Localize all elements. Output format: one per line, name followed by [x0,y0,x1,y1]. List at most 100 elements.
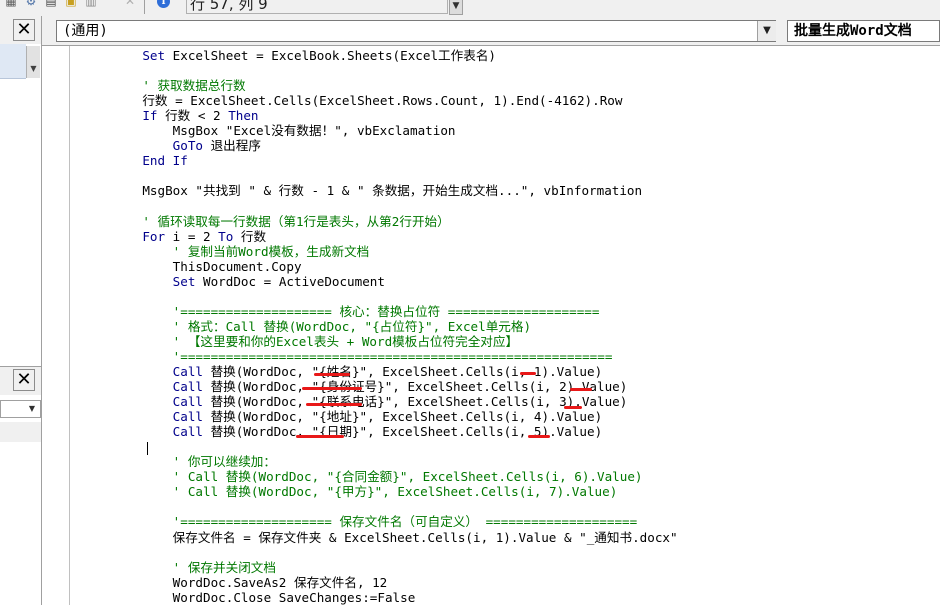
code-keyword: Set [112,273,203,289]
properties-tabs [0,422,41,442]
code-line[interactable]: WordDoc.SaveAs2 保存文件名, 12 [112,575,678,590]
annotation-underline [302,387,362,390]
annotation-underline [314,373,350,376]
code-line[interactable]: 行数 = ExcelSheet.Cells(ExcelSheet.Rows.Co… [112,93,678,108]
code-text: i = 2 [172,228,219,244]
code-line[interactable]: End If [112,153,678,168]
code-line[interactable] [112,499,678,514]
standard-toolbar: ▦ ⚙ ▤ ▣ ▥ ✕ i 行 57, 列 9 ▼ [0,0,940,17]
help-info-icon[interactable]: i [157,0,170,8]
margin-indicator-bar[interactable] [42,46,70,605]
project-tree-item[interactable] [0,44,26,79]
code-text: ExcelSheet = ExcelBook.Sheets(Excel工作表名) [172,48,497,63]
code-text: 替换(WordDoc, "{身份证号}", ExcelSheet.Cells(i… [210,379,628,395]
code-line[interactable]: ' Call 替换(WordDoc, "{合同金额}", ExcelSheet.… [112,469,678,484]
code-line[interactable]: ' 获取数据总行数 [112,78,678,93]
code-keyword: Call [112,424,211,440]
code-line[interactable] [112,63,678,78]
chevron-down-icon: ▼ [28,404,36,413]
annotation-underline [306,403,362,406]
code-line[interactable] [112,289,678,304]
project-scrollbar[interactable]: ▼ [26,46,40,78]
code-comment: ' Call 替换(WordDoc, "{甲方}", ExcelSheet.Ce… [112,484,618,500]
code-line[interactable]: '==================== 保存文件名（可自定义） ======… [112,514,678,529]
code-text: WordDoc.SaveAs2 保存文件名, 12 [112,574,388,590]
code-line[interactable]: ' Call 替换(WordDoc, "{甲方}", ExcelSheet.Ce… [112,484,678,499]
object-combo[interactable]: (通用) [56,20,776,42]
code-comment: ' 你可以继续加： [112,454,276,470]
code-line[interactable]: Call 替换(WordDoc, "{姓名}", ExcelSheet.Cell… [112,364,678,379]
code-comment: '==================== 保存文件名（可自定义） ======… [112,514,638,530]
palette-icon[interactable]: ▦ [4,0,18,8]
code-line[interactable] [112,168,678,183]
disabled-icon: ✕ [124,0,136,8]
code-comment: ' 复制当前Word模板，生成新文档 [112,243,370,259]
text-cursor [147,442,148,455]
code-line[interactable]: ' 格式：Call 替换(WordDoc, "{占位符}", Excel单元格) [112,319,678,334]
code-comment: ' 获取数据总行数 [112,78,246,94]
code-line[interactable]: ' 你可以继续加： [112,454,678,469]
code-comment: ' 格式：Call 替换(WordDoc, "{占位符}", Excel单元格) [112,318,532,334]
code-line[interactable]: ' 【这里要和你的Excel表头 + Word模板占位符完全对应】 [112,334,678,349]
code-line[interactable]: MsgBox "共找到 " & 行数 - 1 & " 条数据，开始生成文档...… [112,183,678,198]
code-comment: ' 循环读取每一行数据（第1行是表头，从第2行开始） [112,213,450,229]
code-comment: ' 【这里要和你的Excel表头 + Word模板占位符完全对应】 [112,333,519,349]
annotation-underline [564,406,582,409]
code-text: 行数 < 2 [165,108,229,124]
code-line[interactable]: Set WordDoc = ActiveDocument [112,274,678,289]
toolbar-separator [144,0,145,14]
code-line[interactable]: ' 复制当前Word模板，生成新文档 [112,244,678,259]
code-line[interactable] [112,439,678,454]
code-line[interactable]: Set ExcelSheet = ExcelBook.Sheets(Excel工… [112,48,678,63]
code-line[interactable]: Call 替换(WordDoc, "{联系电话}", ExcelSheet.Ce… [112,394,678,409]
properties-object-combo[interactable]: ▼ [0,400,41,418]
code-comment: '==================== 核心：替换占位符 =========… [112,303,600,319]
code-window-header: (通用) ▼ 批量生成Word文档 [42,16,940,46]
code-line[interactable]: ThisDocument.Copy [112,259,678,274]
project-panel-close-button[interactable]: ✕ [13,19,35,41]
code-editor[interactable]: Set ExcelSheet = ExcelBook.Sheets(Excel工… [70,46,940,605]
code-text: ThisDocument.Copy [112,258,302,274]
code-line[interactable]: ' 循环读取每一行数据（第1行是表头，从第2行开始） [112,214,678,229]
annotation-underline [296,435,344,438]
code-keyword: To [218,228,241,244]
code-line[interactable]: 保存文件名 = 保存文件夹 & ExcelSheet.Cells(i, 1).V… [112,530,678,545]
toolbox-icon[interactable]: ▣ [64,0,78,8]
code-keyword: Set [112,48,173,63]
project-icon[interactable]: ▥ [84,0,98,8]
object-icon[interactable]: ▤ [44,0,58,8]
vba-editor-window: ▦ ⚙ ▤ ▣ ▥ ✕ i 行 57, 列 9 ▼ ✕ ▼ ✕ ▼ (通用) ▼… [0,0,940,605]
code-comment: ' Call 替换(WordDoc, "{合同金额}", ExcelSheet.… [112,469,643,485]
code-keyword: Call [112,394,211,410]
left-dock-pane: ✕ ▼ ✕ ▼ [0,16,42,605]
code-line[interactable]: ' 保存并关闭文档 [112,560,678,575]
code-text: 替换(WordDoc, "{姓名}", ExcelSheet.Cells(i, … [210,363,603,379]
code-line[interactable]: '==================== 核心：替换占位符 =========… [112,304,678,319]
code-line[interactable] [112,545,678,560]
code-line[interactable]: Call 替换(WordDoc, "{身份证号}", ExcelSheet.Ce… [112,379,678,394]
toolbar-overflow-button[interactable]: ▼ [449,0,463,15]
code-line[interactable]: '=======================================… [112,349,678,364]
code-comment: ' 保存并关闭文档 [112,559,276,575]
annotation-underline [528,435,550,438]
code-line[interactable]: Call 替换(WordDoc, "{地址}", ExcelSheet.Cell… [112,409,678,424]
code-line[interactable]: GoTo 退出程序 [112,138,678,153]
code-line[interactable]: For i = 2 To 行数 [112,229,678,244]
code-keyword: For [112,228,173,244]
code-line[interactable]: Call 替换(WordDoc, "{日期}", ExcelSheet.Cell… [112,424,678,439]
procedure-combo[interactable]: 批量生成Word文档 [787,20,940,42]
prop-icon[interactable]: ⚙ [24,0,38,8]
object-combo-chevron-down-icon[interactable]: ▼ [757,21,776,41]
code-line[interactable]: MsgBox "Excel没有数据！", vbExclamation [112,123,678,138]
code-text: 行数 [240,228,267,244]
code-line[interactable]: WordDoc.Close SaveChanges:=False [112,590,678,605]
code-comment: '=======================================… [112,348,613,364]
code-line[interactable] [112,198,678,213]
code-keyword: If [112,108,166,124]
code-line[interactable]: If 行数 < 2 Then [112,108,678,123]
code-keyword: GoTo [112,138,211,154]
properties-panel-close-button[interactable]: ✕ [13,369,35,391]
code-text: 替换(WordDoc, "{地址}", ExcelSheet.Cells(i, … [210,409,603,425]
annotation-underline [570,388,592,391]
annotation-underline [520,372,536,375]
